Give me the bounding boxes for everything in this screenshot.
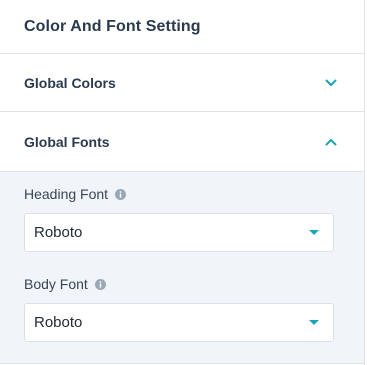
heading-font-select[interactable]: Roboto: [24, 213, 334, 252]
caret-down-icon: [309, 320, 319, 325]
body-font-label: Body Font: [24, 276, 88, 292]
heading-font-value: Roboto: [34, 224, 83, 241]
body-font-label-row: Body Font: [24, 274, 334, 294]
heading-font-label: Heading Font: [24, 186, 109, 202]
panel-title: Color And Font Setting: [24, 17, 201, 35]
global-colors-section-header[interactable]: Global Colors: [0, 54, 364, 112]
info-icon[interactable]: [115, 188, 127, 200]
global-fonts-section-header[interactable]: Global Fonts: [0, 112, 364, 172]
global-fonts-title: Global Fonts: [24, 133, 110, 150]
body-font-select[interactable]: Roboto: [24, 303, 334, 342]
settings-panel: Color And Font Setting Global Colors Glo…: [0, 0, 365, 365]
heading-font-label-row: Heading Font: [24, 184, 334, 204]
caret-down-icon: [309, 230, 319, 235]
chevron-down-icon[interactable]: [324, 78, 338, 88]
panel-header: Color And Font Setting: [0, 0, 364, 54]
chevron-up-icon[interactable]: [324, 137, 338, 147]
body-font-field: Body Font Roboto: [24, 274, 334, 342]
global-fonts-body: Heading Font Roboto Body Font Roboto: [0, 172, 364, 364]
global-colors-title: Global Colors: [24, 74, 116, 91]
heading-font-field: Heading Font Roboto: [24, 184, 334, 252]
info-icon[interactable]: [94, 278, 106, 290]
body-font-value: Roboto: [34, 314, 83, 331]
